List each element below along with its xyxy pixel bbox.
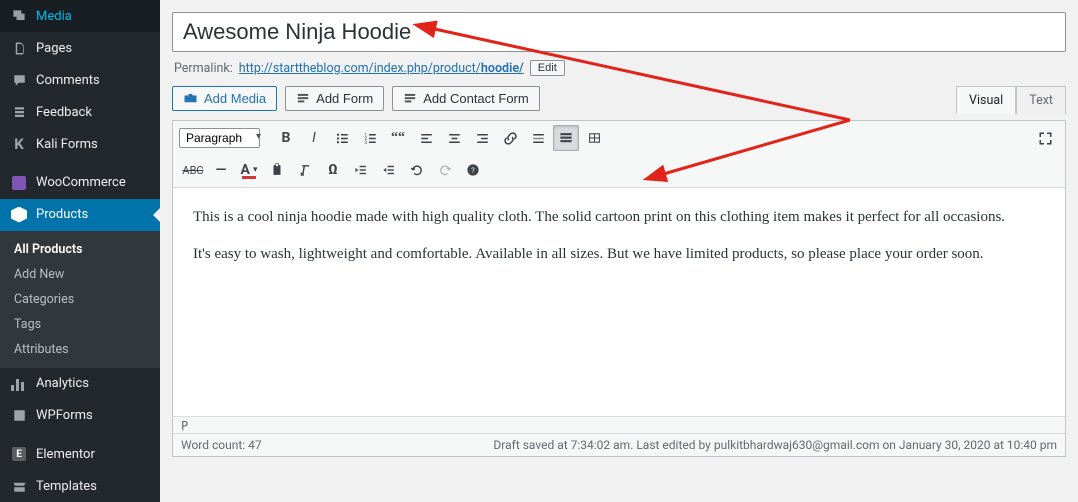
sidebar-item-templates[interactable]: Templates <box>0 470 160 502</box>
align-center-button[interactable] <box>441 125 467 151</box>
content-paragraph: This is a cool ninja hoodie made with hi… <box>193 206 1045 229</box>
submenu-categories[interactable]: Categories <box>0 287 160 312</box>
svg-text:3: 3 <box>364 139 367 145</box>
camera-icon <box>183 91 198 106</box>
table-button[interactable] <box>581 125 607 151</box>
form-icon <box>296 92 310 105</box>
indent-button[interactable] <box>376 157 402 183</box>
svg-text:?: ? <box>471 166 475 175</box>
elementor-icon: E <box>10 445 28 463</box>
sidebar-label: WooCommerce <box>36 175 126 190</box>
clear-formatting-button[interactable] <box>292 157 318 183</box>
sidebar-label: Kali Forms <box>36 137 98 152</box>
admin-sidebar: Media Pages Comments Feedback K Kali For… <box>0 0 160 502</box>
sidebar-label: Pages <box>36 41 72 56</box>
sidebar-item-wpforms[interactable]: WPForms <box>0 400 160 432</box>
sidebar-label: Products <box>36 207 88 222</box>
sidebar-item-comments[interactable]: Comments <box>0 64 160 96</box>
editor-textarea[interactable]: This is a cool ninja hoodie made with hi… <box>173 188 1065 416</box>
submenu-all-products[interactable]: All Products <box>0 237 160 262</box>
undo-button[interactable] <box>404 157 430 183</box>
sidebar-label: Comments <box>36 73 100 88</box>
permalink-link[interactable]: http://starttheblog.com/index.php/produc… <box>239 61 524 76</box>
media-button-row: Add Media Add Form Add Contact Form Visu… <box>172 86 1066 114</box>
link-button[interactable] <box>497 125 523 151</box>
sidebar-item-woocommerce[interactable]: WooCommerce <box>0 167 160 199</box>
format-select: Paragraph <box>179 128 260 148</box>
sidebar-label: Templates <box>36 479 97 494</box>
sidebar-item-analytics[interactable]: Analytics <box>0 368 160 400</box>
pages-icon <box>10 39 28 57</box>
editor-toolbar: Paragraph B I 123 ““ <box>173 121 1065 188</box>
sidebar-label: WPForms <box>36 408 93 423</box>
fullscreen-button[interactable] <box>1032 125 1058 151</box>
draft-status: Draft saved at 7:34:02 am. Last edited b… <box>493 438 1057 452</box>
content-paragraph: It's easy to wash, lightweight and comfo… <box>193 243 1045 266</box>
box-icon <box>10 206 28 224</box>
submenu-add-new[interactable]: Add New <box>0 262 160 287</box>
tab-text[interactable]: Text <box>1016 86 1066 114</box>
sidebar-label: Analytics <box>36 376 89 391</box>
redo-button[interactable] <box>432 157 458 183</box>
add-contact-form-button[interactable]: Add Contact Form <box>392 86 540 111</box>
editor-tabs: Visual Text <box>956 86 1066 114</box>
editor-box: Paragraph B I 123 ““ <box>172 120 1066 457</box>
sidebar-item-elementor[interactable]: E Elementor <box>0 438 160 470</box>
numbered-list-button[interactable]: 123 <box>357 125 383 151</box>
feedback-icon <box>10 103 28 121</box>
sidebar-item-feedback[interactable]: Feedback <box>0 96 160 128</box>
wpforms-icon <box>10 407 28 425</box>
outdent-button[interactable] <box>348 157 374 183</box>
product-title-input[interactable] <box>172 12 1066 52</box>
sidebar-item-kaliforms[interactable]: K Kali Forms <box>0 128 160 160</box>
comment-icon <box>10 71 28 89</box>
analytics-icon <box>10 375 28 393</box>
permalink-edit-button[interactable]: Edit <box>530 60 565 76</box>
special-char-button[interactable]: Ω <box>320 157 346 183</box>
paste-text-button[interactable] <box>264 157 290 183</box>
templates-icon <box>10 477 28 495</box>
contact-form-icon <box>403 92 417 105</box>
italic-button[interactable]: I <box>301 125 327 151</box>
sidebar-label: Feedback <box>36 105 92 120</box>
bullet-list-button[interactable] <box>329 125 355 151</box>
text-color-button[interactable]: A ▾ <box>236 157 262 183</box>
sidebar-item-pages[interactable]: Pages <box>0 32 160 64</box>
add-media-button[interactable]: Add Media <box>172 86 277 111</box>
media-icon <box>10 7 28 25</box>
sidebar-item-media[interactable]: Media <box>0 0 160 32</box>
tab-visual[interactable]: Visual <box>956 86 1016 114</box>
editor-status-row: Word count: 47 Draft saved at 7:34:02 am… <box>173 433 1065 456</box>
toolbar-toggle-button[interactable] <box>553 125 579 151</box>
sidebar-label: Elementor <box>36 447 95 462</box>
insert-more-button[interactable] <box>525 125 551 151</box>
permalink-row: Permalink: http://starttheblog.com/index… <box>174 60 1064 76</box>
submenu-attributes[interactable]: Attributes <box>0 337 160 362</box>
help-button[interactable]: ? <box>460 157 486 183</box>
align-right-button[interactable] <box>469 125 495 151</box>
submenu-tags[interactable]: Tags <box>0 312 160 337</box>
align-left-button[interactable] <box>413 125 439 151</box>
strikethrough-button[interactable]: ABC <box>180 157 206 183</box>
sidebar-item-products[interactable]: Products <box>0 199 160 231</box>
bold-button[interactable]: B <box>273 125 299 151</box>
horizontal-rule-button[interactable]: — <box>208 157 234 183</box>
permalink-label: Permalink: <box>174 61 233 76</box>
add-form-button[interactable]: Add Form <box>285 86 384 111</box>
format-select-wrap[interactable]: Paragraph <box>179 128 266 148</box>
word-count: Word count: 47 <box>181 438 262 452</box>
woo-icon <box>10 174 28 192</box>
element-path: P <box>181 419 188 433</box>
sidebar-label: Media <box>36 9 72 24</box>
kali-icon: K <box>10 135 28 153</box>
main-content: Permalink: http://starttheblog.com/index… <box>160 0 1078 502</box>
blockquote-button[interactable]: ““ <box>385 125 411 151</box>
sidebar-submenu-products: All Products Add New Categories Tags Att… <box>0 231 160 368</box>
editor-path-row: P <box>173 416 1065 433</box>
